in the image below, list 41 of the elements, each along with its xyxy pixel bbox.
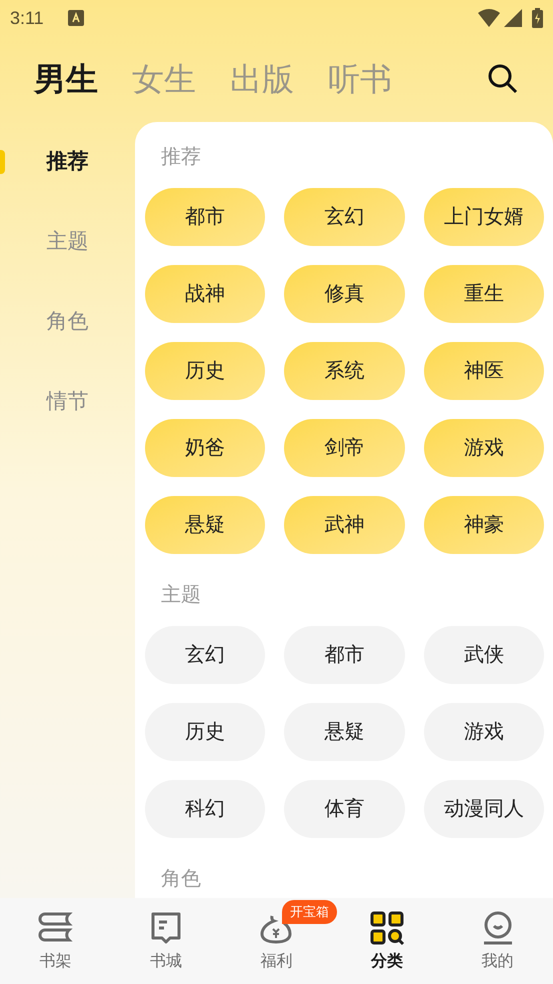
tag-chip[interactable]: 动漫同人	[424, 780, 544, 838]
search-icon[interactable]	[487, 63, 519, 95]
tag-chip[interactable]: 系统	[284, 342, 405, 400]
nav-tab[interactable]: 书架	[0, 898, 111, 984]
wifi-icon	[478, 9, 500, 27]
tag-chip[interactable]: 武侠	[424, 626, 544, 684]
tag-chip[interactable]: 重生	[424, 265, 544, 323]
tag-chip[interactable]: 科幻	[145, 780, 266, 838]
tag-chip[interactable]: 神豪	[424, 496, 544, 554]
tag-chip[interactable]: 都市	[284, 626, 405, 684]
tag-chip[interactable]: 玄幻	[145, 626, 266, 684]
tag-chip[interactable]: 武神	[284, 496, 405, 554]
tag-chip[interactable]: 游戏	[424, 419, 544, 477]
tag-chip[interactable]: 历史	[145, 703, 266, 761]
tag-chip[interactable]: 悬疑	[145, 496, 266, 554]
category-grid-icon	[369, 910, 406, 946]
section-title: 主题	[160, 583, 202, 608]
tag-chip[interactable]: 悬疑	[284, 703, 405, 761]
section-title: 推荐	[160, 145, 202, 170]
sidebar-item[interactable]: 推荐	[46, 146, 88, 178]
battery-icon	[532, 8, 543, 28]
tag-chip[interactable]: 战神	[145, 265, 266, 323]
tag-chip[interactable]: 玄幻	[284, 188, 405, 246]
keyboard-notification-icon	[68, 10, 84, 26]
tag-chip[interactable]: 体育	[284, 780, 405, 838]
status-time: 3:11	[10, 6, 44, 30]
nav-tab[interactable]: 书城	[110, 898, 222, 984]
tag-chip[interactable]: 奶爸	[145, 419, 266, 477]
section-title: 角色	[160, 867, 202, 892]
tag-chip[interactable]: 历史	[145, 342, 266, 400]
tag-chip[interactable]: 神医	[424, 342, 544, 400]
signal-icon	[504, 9, 522, 27]
nav-tab[interactable]: 我的	[442, 898, 553, 984]
category-tab[interactable]: 男生	[34, 55, 98, 103]
selection-indicator	[0, 150, 5, 174]
tag-chip[interactable]: 游戏	[424, 703, 544, 761]
badge: 开宝箱	[282, 900, 338, 924]
tag-chip[interactable]: 修真	[284, 265, 405, 323]
tag-chip[interactable]: 都市	[145, 188, 266, 246]
tag-chip[interactable]: 上门女婿	[424, 188, 544, 246]
tag-chip[interactable]: 剑帝	[284, 419, 405, 477]
